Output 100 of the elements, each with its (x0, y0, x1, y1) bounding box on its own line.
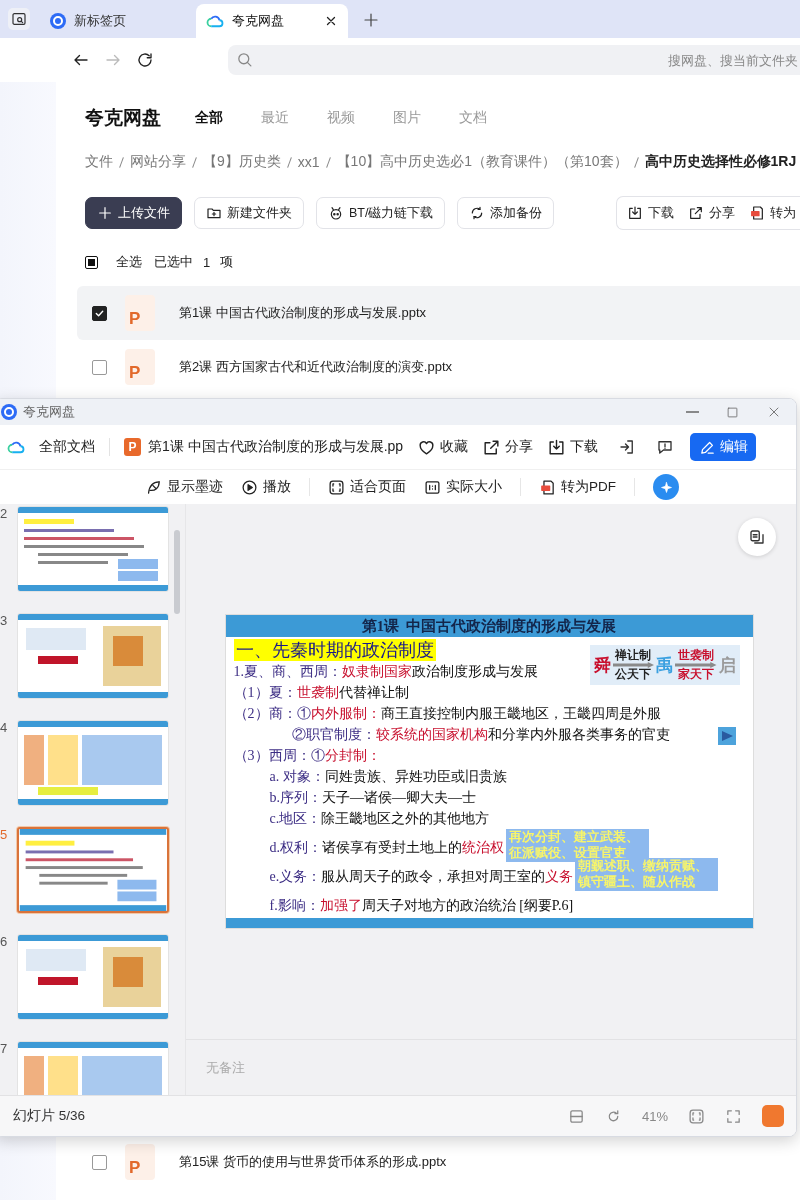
fit-button[interactable] (688, 1107, 705, 1125)
slide-number: 4 (0, 720, 9, 735)
folder-plus-icon (206, 205, 222, 221)
viewer-tool-button[interactable]: 播放 (241, 478, 291, 496)
new-tab-icon[interactable] (362, 11, 380, 29)
share-icon (482, 437, 502, 457)
slide-text-line: （1）夏：世袭制代替禅让制 (233, 684, 409, 702)
circle-logo-icon (50, 13, 66, 29)
ppt-file-icon: P (125, 295, 155, 331)
breadcrumb-link[interactable]: xx1 (297, 154, 320, 170)
file-name: 第1课 中国古代政治制度的形成与发展.pptx (179, 304, 427, 322)
slide-number: 5 (0, 827, 9, 842)
selection-count: 1 (203, 254, 211, 270)
toolbar-button[interactable]: 上传文件 (85, 197, 182, 229)
slide-counter: 幻灯片 5/36 (13, 1107, 86, 1125)
viewer-action-button[interactable]: 分享 (482, 437, 534, 457)
browser-tab[interactable]: 新标签页 (40, 4, 192, 38)
fullscreen-button[interactable] (725, 1107, 742, 1125)
selection-unit: 项 (220, 253, 234, 271)
checkbox[interactable] (92, 359, 107, 375)
action-button[interactable]: 分享 (688, 204, 735, 222)
viewer-tool-button[interactable]: 显示墨迹 (145, 478, 223, 496)
maximize-button[interactable] (725, 404, 740, 420)
breadcrumb-link[interactable]: 网站分享 (130, 153, 186, 171)
file-name: 第15课 货币的使用与世界货币体系的形成.pptx (179, 1153, 447, 1171)
pdf-icon (539, 478, 556, 496)
slide-heading: 一、先秦时期的政治制度 (233, 639, 436, 661)
viewer-tool-button[interactable]: 转为PDF (539, 478, 616, 496)
breadcrumb-link[interactable]: 文件 (85, 153, 113, 171)
select-all-checkbox[interactable] (85, 255, 98, 269)
reload-icon (136, 51, 154, 69)
toolbar-button[interactable]: 添加备份 (457, 197, 555, 229)
cloud-icon (7, 440, 25, 454)
play-icon (241, 478, 258, 496)
zoom-level: 41% (641, 1108, 668, 1124)
checkbox[interactable] (92, 305, 107, 321)
document-title: 第1课 中国古代政治制度的形成与发展.pp (148, 438, 404, 456)
file-row[interactable]: P 第2课 西方国家古代和近代政治制度的演变.pptx (77, 340, 800, 394)
close-icon (324, 14, 338, 28)
share-icon (688, 205, 704, 221)
viewer-tool-button[interactable]: 实际大小 (424, 478, 502, 496)
breadcrumb-link[interactable]: 高中历史选择性必修1RJ (644, 153, 797, 171)
download-icon (627, 205, 643, 221)
slide-text-line: 1.夏、商、西周：奴隶制国家政治制度形成与发展 (233, 663, 538, 681)
slide-title: 第1课 中国古代政治制度的形成与发展 (225, 615, 753, 637)
all-documents-button[interactable]: 全部文档 (7, 438, 95, 456)
action-button[interactable]: 转为 (749, 204, 796, 222)
checkbox[interactable] (92, 1154, 107, 1170)
tab-search-button[interactable] (8, 8, 30, 30)
browser-tab[interactable]: 夸克网盘 (196, 4, 348, 38)
reload-button[interactable] (136, 51, 154, 69)
viewer-action-button[interactable]: 收藏 (417, 437, 469, 457)
search-field[interactable]: 搜网盘、搜当前文件夹 (228, 45, 800, 75)
slide-text-line: f.影响：加强了周天子对地方的政治统治 [纲要P.6] (269, 897, 574, 915)
slide-number: 2 (0, 506, 9, 521)
slide-text-line: d.权利：诸侯享有受封土地上的统治权 (269, 839, 504, 857)
grid-view-button[interactable] (567, 1107, 585, 1125)
ppt-file-icon: P (125, 1144, 155, 1180)
file-name: 第2课 西方国家古代和近代政治制度的演变.pptx (179, 358, 453, 376)
slide-number: 3 (0, 613, 9, 628)
page-view-button[interactable] (738, 518, 776, 556)
feedback-button[interactable] (656, 438, 675, 456)
slide-text-line: （2）商：①内外服制：商王直接控制内服王畿地区，王畿四周是外服 (233, 705, 661, 723)
toolbar-button[interactable]: BT/磁力链下载 (316, 197, 446, 229)
maximize-icon (725, 404, 740, 420)
round-face-icon (328, 205, 344, 221)
file-row[interactable]: P 第15课 货币的使用与世界货币体系的形成.pptx (77, 1135, 800, 1189)
action-button[interactable]: 下载 (627, 204, 674, 222)
slide-play-button[interactable] (717, 727, 736, 745)
toolbar-button[interactable]: 新建文件夹 (194, 197, 304, 229)
breadcrumb-link[interactable]: 【10】高中历史选必1（教育课件）（第10套） (336, 153, 628, 171)
app-shortcut-button[interactable] (762, 1105, 784, 1127)
file-row[interactable]: P 第1课 中国古代政治制度的形成与发展.pptx (77, 286, 800, 340)
slide-number: 6 (0, 934, 9, 949)
slide-text-line: e.义务：服从周天子的政令，承担对周王室的义务 (269, 868, 574, 886)
slide-number: 7 (0, 1041, 9, 1056)
ppt-file-icon: P (125, 349, 155, 385)
fullscreen-icon (725, 1107, 742, 1125)
breadcrumb-link[interactable]: 【9】历史类 (203, 153, 281, 171)
ai-button[interactable] (653, 474, 679, 500)
viewer-tool-button[interactable]: 适合页面 (328, 478, 406, 496)
grid-icon (567, 1107, 585, 1125)
slide-text-line: c.地区：除王畿地区之外的其他地方 (269, 810, 490, 828)
minimize-icon (686, 411, 699, 413)
selection-status: 已选中 (154, 253, 193, 271)
tab-search-icon (11, 11, 27, 27)
ratio-icon (424, 478, 441, 496)
frame-icon (688, 1107, 705, 1125)
select-all-label[interactable]: 全选 (116, 253, 142, 271)
frame-icon (328, 478, 345, 496)
pdf-icon (749, 205, 765, 221)
pages-icon (748, 528, 766, 546)
viewer-action-button[interactable]: 下载 (547, 437, 599, 457)
download-icon (547, 437, 567, 457)
cloud-icon (206, 14, 224, 28)
sparkle-icon (658, 479, 674, 495)
plus-icon (97, 205, 113, 221)
edit-button[interactable]: 编辑 (690, 433, 757, 461)
nav-tab[interactable]: 全部 (195, 105, 223, 131)
slide-thumbnail[interactable] (17, 827, 169, 913)
